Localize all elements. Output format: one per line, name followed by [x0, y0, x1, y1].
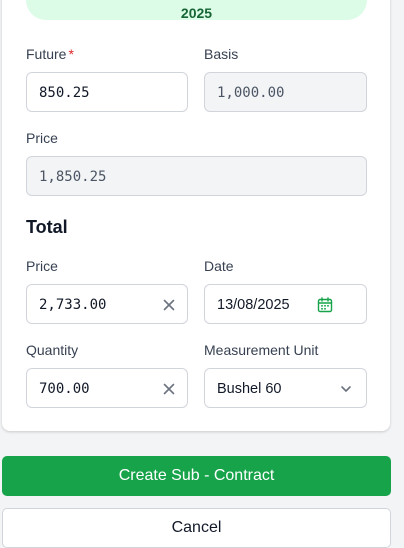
chevron-down-icon	[341, 386, 351, 392]
basis-label: Basis	[204, 46, 239, 62]
future-label: Future *	[26, 45, 74, 63]
future-input[interactable]: 850.25	[26, 72, 188, 112]
required-mark: *	[68, 46, 74, 62]
season-badge-text: 2025	[180, 5, 213, 21]
close-icon[interactable]	[160, 296, 178, 314]
total-price-input[interactable]: 2,733.00	[26, 284, 188, 324]
close-icon[interactable]	[160, 380, 178, 398]
price-value: 1,850.25	[39, 169, 107, 185]
basis-field: 1,000.00	[204, 72, 367, 112]
price-field: 1,850.25	[26, 156, 367, 196]
measurement-unit-select[interactable]: Bushel 60	[204, 368, 367, 408]
date-label: Date	[204, 258, 234, 274]
total-price-value: 2,733.00	[39, 297, 107, 313]
cancel-button[interactable]: Cancel	[2, 508, 391, 548]
basis-value: 1,000.00	[217, 85, 285, 101]
total-price-label: Price	[26, 258, 58, 274]
quantity-value: 700.00	[39, 381, 90, 397]
quantity-label: Quantity	[26, 342, 79, 358]
date-value: 13/08/2025	[217, 297, 290, 313]
create-sub-contract-button[interactable]: Create Sub - Contract	[2, 456, 391, 496]
price-label: Price	[26, 130, 58, 146]
measurement-unit-value: Bushel 60	[217, 381, 282, 397]
total-section-title: Total	[26, 217, 68, 237]
measurement-unit-label: Measurement Unit	[204, 342, 319, 358]
date-input[interactable]: 13/08/2025	[204, 284, 367, 324]
calendar-icon[interactable]	[316, 296, 334, 314]
quantity-input[interactable]: 700.00	[26, 368, 188, 408]
future-label-text: Future	[26, 46, 67, 62]
season-badge: 2025	[26, 0, 367, 21]
future-value: 850.25	[39, 85, 90, 101]
